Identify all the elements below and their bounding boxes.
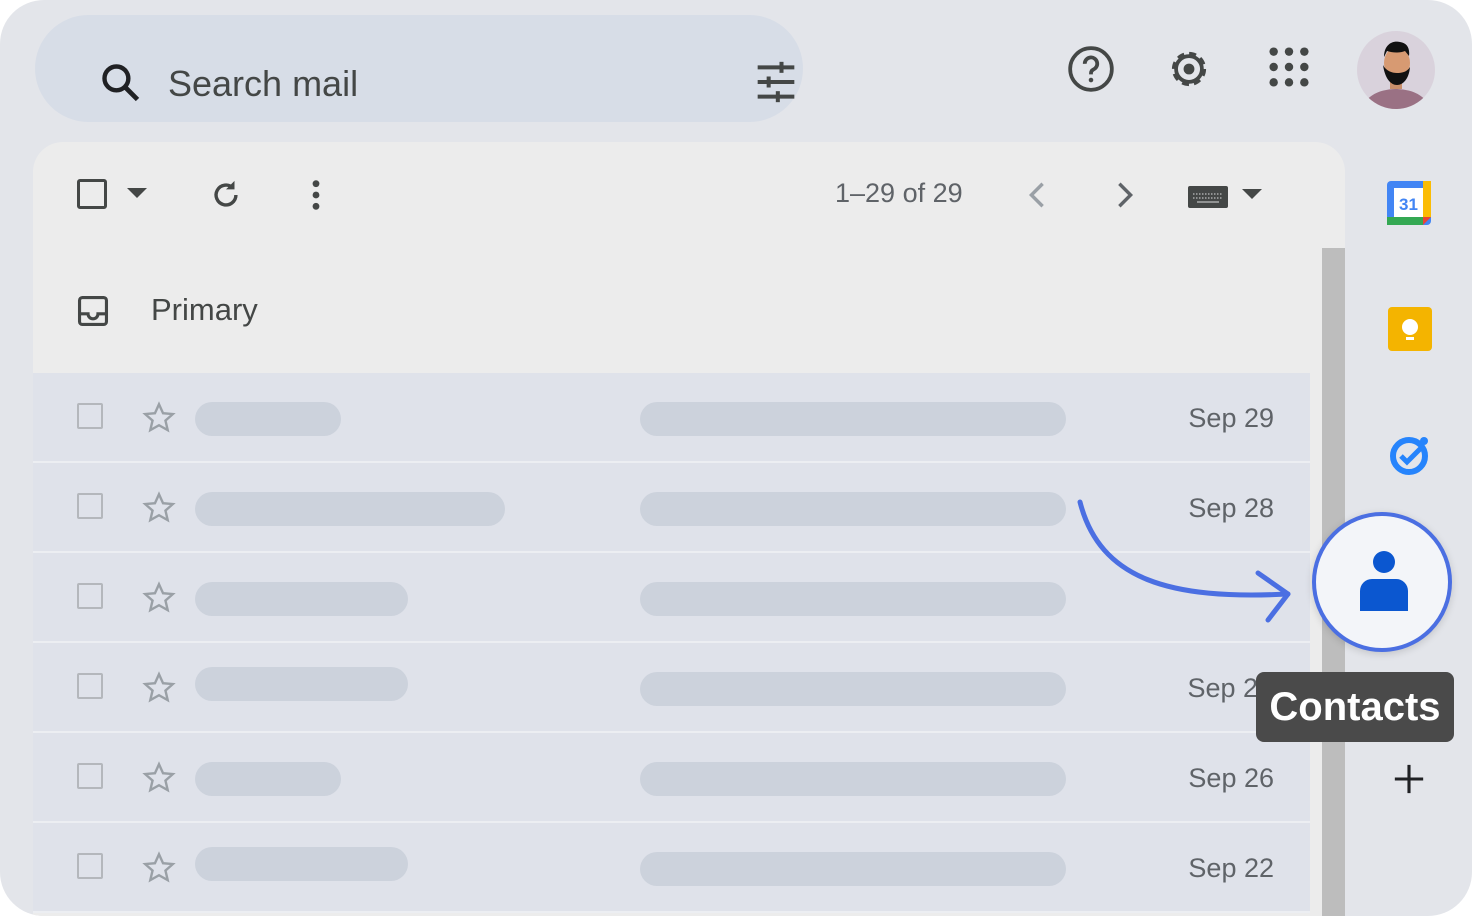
chevron-right-icon[interactable] [1115, 180, 1135, 210]
keep-icon[interactable] [1388, 307, 1432, 351]
apps-grid-icon[interactable] [1266, 44, 1312, 90]
tune-icon[interactable] [753, 60, 799, 104]
calendar-icon[interactable]: 31 [1387, 181, 1431, 225]
subject-placeholder [640, 492, 1066, 526]
avatar[interactable] [1357, 31, 1435, 109]
email-date: Sep 28 [1188, 493, 1274, 523]
keyboard-icon[interactable] [1188, 186, 1228, 208]
sender-placeholder [195, 667, 408, 701]
email-row[interactable]: Sep 2 [33, 643, 1310, 733]
sender-placeholder [195, 762, 341, 796]
mail-list-panel: 1–29 of 29 Primary Sep 29 Sep 28 Sep 2 S… [33, 142, 1345, 916]
sender-placeholder [195, 492, 505, 526]
row-checkbox[interactable] [77, 673, 103, 699]
sender-placeholder [195, 847, 408, 881]
email-date: Sep 2 [1187, 673, 1258, 703]
settings-icon[interactable] [1164, 44, 1214, 94]
tasks-icon[interactable] [1388, 433, 1432, 477]
star-icon[interactable] [141, 580, 177, 616]
subject-placeholder [640, 402, 1066, 436]
star-icon[interactable] [141, 400, 177, 436]
star-icon[interactable] [141, 490, 177, 526]
subject-placeholder [640, 852, 1066, 886]
row-checkbox[interactable] [77, 403, 103, 429]
search-bar[interactable]: Search mail [35, 15, 803, 122]
calendar-day: 31 [1399, 195, 1418, 214]
sender-placeholder [195, 582, 408, 616]
star-icon[interactable] [141, 850, 177, 886]
contacts-tooltip: Contacts [1256, 672, 1454, 742]
email-row[interactable]: Sep 29 [33, 373, 1310, 463]
email-row[interactable]: Sep 26 [33, 733, 1310, 823]
row-checkbox[interactable] [77, 853, 103, 879]
input-tools-dropdown-icon[interactable] [1242, 189, 1262, 201]
inbox-icon[interactable] [76, 294, 110, 328]
email-row[interactable]: Sep 28 [33, 463, 1310, 553]
more-vert-icon[interactable] [309, 178, 323, 212]
chevron-left-icon[interactable] [1027, 180, 1047, 210]
refresh-icon[interactable] [209, 178, 243, 212]
email-list: Sep 29 Sep 28 Sep 2 Sep 26 Sep 22 [33, 373, 1310, 913]
tab-primary[interactable]: Primary [151, 292, 258, 328]
row-checkbox[interactable] [77, 763, 103, 789]
star-icon[interactable] [141, 760, 177, 796]
gmail-window: Search mail 1–29 of 29 Primary Sep 29 Se… [0, 0, 1472, 916]
subject-placeholder [640, 672, 1066, 706]
sender-placeholder [195, 402, 341, 436]
help-icon[interactable] [1066, 44, 1116, 94]
email-row[interactable]: Sep 22 [33, 823, 1310, 913]
search-icon[interactable] [99, 61, 143, 105]
email-date: Sep 22 [1188, 853, 1274, 883]
contacts-button[interactable] [1312, 512, 1452, 652]
star-icon[interactable] [141, 670, 177, 706]
select-all-checkbox[interactable] [77, 179, 107, 209]
contacts-icon [1360, 551, 1408, 611]
row-checkbox[interactable] [77, 493, 103, 519]
row-checkbox[interactable] [77, 583, 103, 609]
email-row[interactable] [33, 553, 1310, 643]
search-input[interactable]: Search mail [168, 63, 358, 105]
add-icon[interactable] [1392, 762, 1426, 796]
subject-placeholder [640, 582, 1066, 616]
email-date: Sep 26 [1188, 763, 1274, 793]
subject-placeholder [640, 762, 1066, 796]
select-dropdown-icon[interactable] [127, 188, 147, 200]
email-date: Sep 29 [1188, 403, 1274, 433]
pagination-text: 1–29 of 29 [835, 178, 963, 208]
